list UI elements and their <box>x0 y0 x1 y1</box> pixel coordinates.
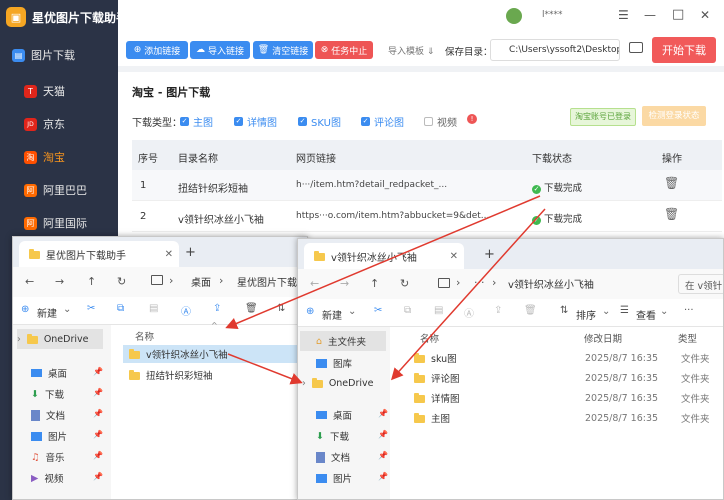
arrow-to-right-window <box>390 208 546 381</box>
arrow-to-left-folder <box>225 195 541 330</box>
arrow-subfolder <box>227 353 303 385</box>
annotation-arrows <box>225 195 546 385</box>
